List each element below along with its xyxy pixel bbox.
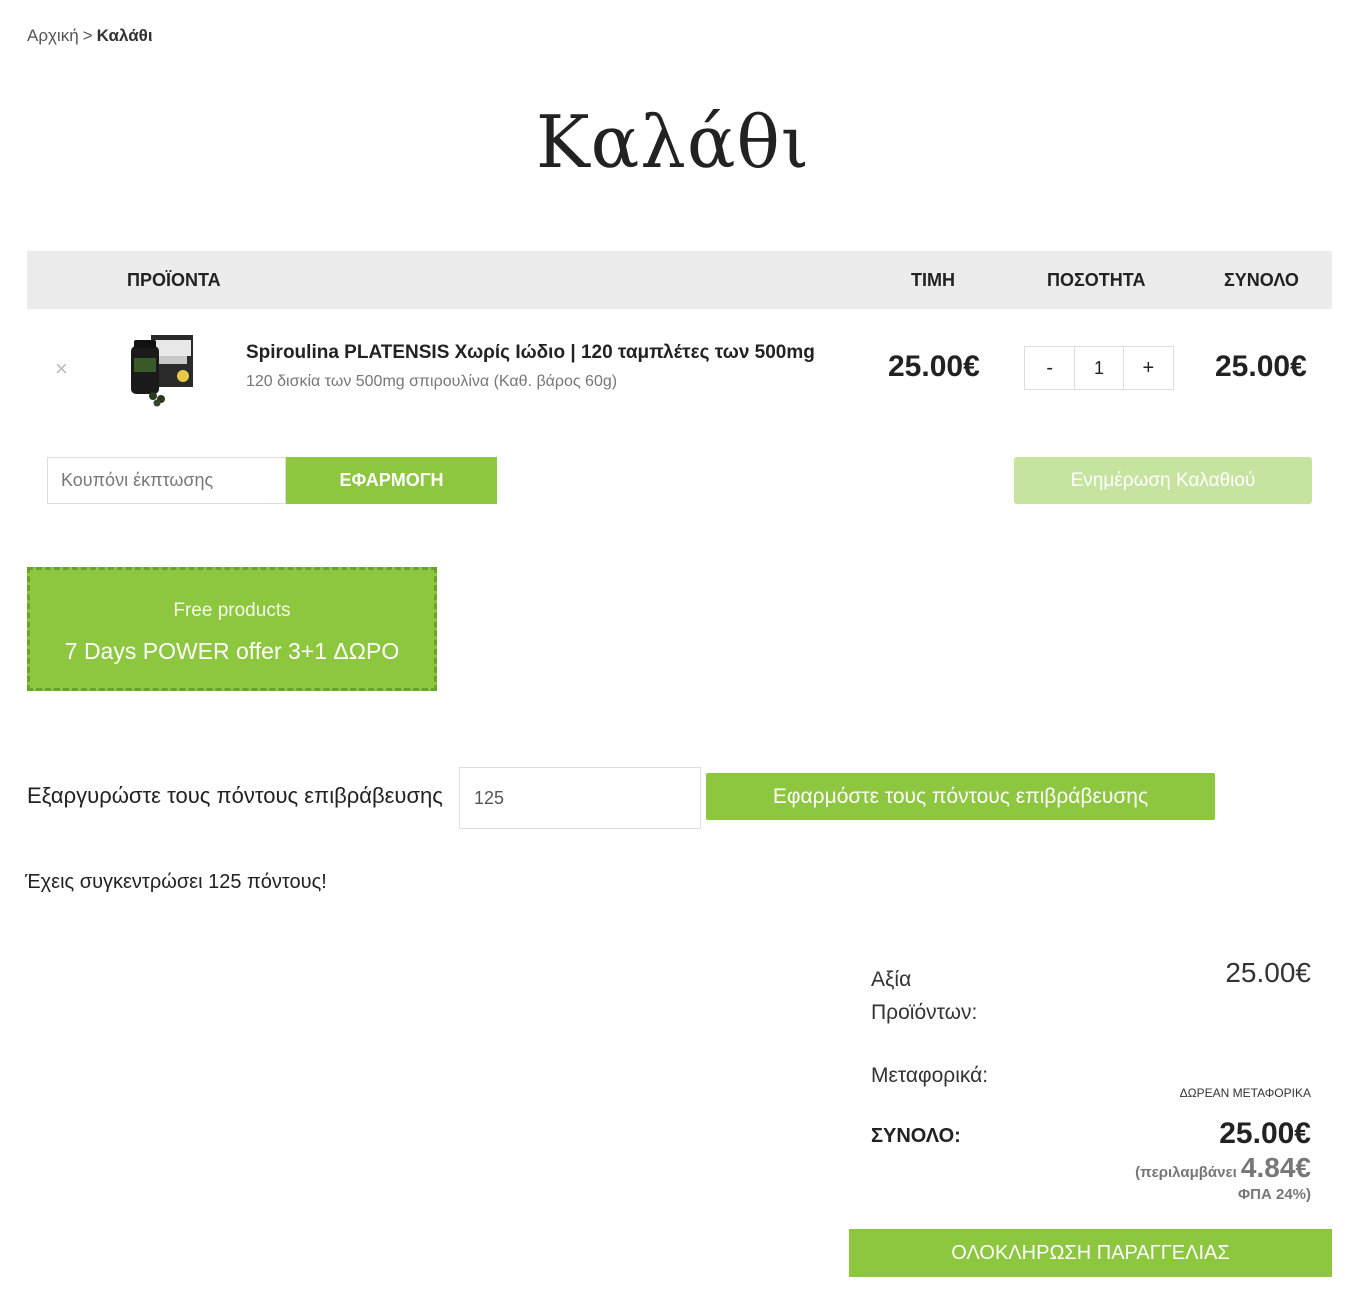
breadcrumb-current: Καλάθι [96, 26, 153, 45]
redeem-points-input[interactable] [459, 767, 701, 829]
cart-item-row: × Spiroulina PLATENSIS Χωρίς Ιώδιο | 120… [27, 320, 1332, 420]
points-message: Έχεις συγκεντρώσει 125 πόντους! [25, 871, 327, 893]
apply-coupon-button[interactable]: ΕΦΑΡΜΟΓΗ [286, 457, 497, 504]
vat-suffix: ΦΠΑ 24%) [1237, 1186, 1311, 1203]
redeem-points-label: Εξαργυρώστε τους πόντους επιβράβευσης [27, 783, 443, 808]
quantity-stepper: - 1 + [1024, 346, 1174, 390]
checkout-button[interactable]: ΟΛΟΚΛΗΡΩΣΗ ΠΑΡΑΓΓΕΛΙΑΣ [849, 1229, 1332, 1277]
product-subtitle: 120 δισκία των 500mg σπιρουλίνα (Καθ. βά… [246, 373, 618, 390]
apply-points-button[interactable]: Εφαρμόστε τους πόντους επιβράβευσης [706, 773, 1215, 820]
breadcrumb-home-link[interactable]: Αρχική [27, 26, 79, 45]
header-products: ΠΡΟΪΟΝΤΑ [127, 270, 221, 290]
product-line-total: 25.00€ [1215, 350, 1307, 383]
header-quantity: ΠΟΣΟΤΗΤΑ [1047, 270, 1146, 290]
quantity-decrease-button[interactable]: - [1025, 347, 1074, 389]
vat-prefix: (περιλαμβάνει [1135, 1164, 1237, 1181]
quantity-increase-button[interactable]: + [1124, 347, 1173, 389]
free-products-box[interactable]: Free products 7 Days POWER offer 3+1 ΔΩΡ… [27, 567, 437, 691]
cart-totals: Αξία Προϊόντων: 25.00€ Μεταφορικά: ΔΩΡΕΑ… [871, 955, 1311, 1215]
order-total-label: ΣΥΝΟΛΟ: [871, 1125, 961, 1147]
free-products-title: Free products [173, 600, 291, 621]
header-total: ΣΥΝΟΛΟ [1224, 270, 1299, 290]
product-name-link[interactable]: Spiroulina PLATENSIS Χωρίς Ιώδιο | 120 τ… [246, 342, 815, 364]
subtotal-label: Αξία Προϊόντων: [871, 968, 978, 1024]
shipping-label: Μεταφορικά: [871, 1064, 989, 1087]
update-cart-button[interactable]: Ενημέρωση Καλαθιού [1014, 457, 1312, 504]
remove-item-icon[interactable]: × [55, 356, 68, 382]
order-total-value: 25.00€ [1219, 1117, 1311, 1150]
shipping-value: ΔΩΡΕΑΝ ΜΕΤΑΦΟΡΙΚΑ [1179, 1086, 1311, 1100]
free-products-offer[interactable]: 7 Days POWER offer 3+1 ΔΩΡΟ [30, 638, 434, 665]
breadcrumb-separator: > [82, 26, 93, 45]
quantity-input[interactable]: 1 [1074, 347, 1124, 389]
breadcrumb: Αρχική > Καλάθι [27, 26, 153, 46]
vat-amount: 4.84€ [1240, 1152, 1311, 1183]
header-price: ΤΙΜΗ [911, 270, 955, 290]
cart-table-header: ΠΡΟΪΟΝΤΑ ΤΙΜΗ ΠΟΣΟΤΗΤΑ ΣΥΝΟΛΟ [27, 251, 1332, 309]
subtotal-value: 25.00€ [1225, 957, 1311, 988]
vat-note: (περιλαμβάνει 4.84€ ΦΠΑ 24%) [1135, 1154, 1311, 1206]
product-price: 25.00€ [888, 350, 980, 383]
product-thumbnail[interactable] [127, 332, 197, 407]
coupon-input[interactable] [47, 457, 286, 504]
page-title: Καλάθι [535, 100, 811, 184]
